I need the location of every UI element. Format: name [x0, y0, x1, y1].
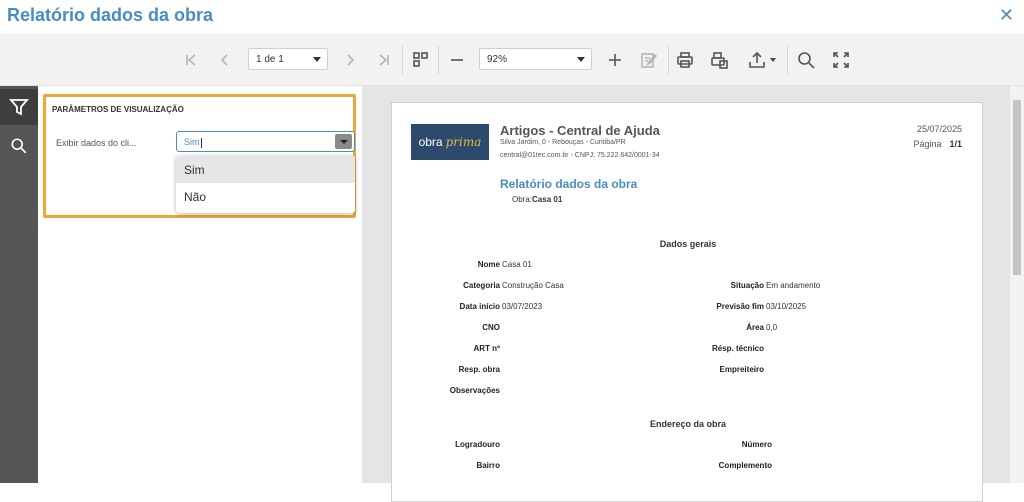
param-select[interactable]: Sim	[176, 131, 355, 152]
search-icon[interactable]	[794, 47, 818, 73]
scrollbar-thumb[interactable]	[1013, 100, 1021, 275]
report-title: Relatório dados da obra	[500, 177, 638, 191]
first-page-icon[interactable]	[181, 47, 201, 73]
title-bar: Relatório dados da obra ✕	[0, 0, 1024, 34]
chevron-down-icon	[769, 58, 776, 62]
text-cursor	[200, 137, 202, 148]
section-general: Dados gerais	[659, 239, 717, 249]
report-date: 25/07/2025	[916, 124, 962, 134]
export-icon[interactable]	[744, 47, 778, 73]
zoom-in-icon[interactable]	[604, 47, 626, 73]
next-page-icon[interactable]	[340, 47, 360, 73]
field-label: Empreiteiro	[719, 365, 764, 374]
param-label: Exibir dados do cli...	[56, 138, 137, 148]
page-value: 1/1	[949, 139, 962, 149]
chevron-down-icon	[313, 57, 321, 62]
field-label: Categoria	[463, 281, 500, 290]
fullscreen-icon[interactable]	[829, 47, 853, 73]
zoom-select[interactable]: 92%	[479, 48, 592, 70]
field-label: Data início	[459, 302, 500, 311]
dropdown-option-sim[interactable]: Sim	[176, 156, 355, 183]
chevron-down-icon[interactable]	[335, 134, 352, 149]
report-obra: Obra:Casa 01	[512, 195, 562, 204]
company-contact: central@01tec.com.br - CNPJ: 75.222.642/…	[500, 152, 660, 159]
toolbar-divider	[438, 46, 439, 74]
field-value: 0,0	[766, 323, 778, 332]
field-label: Complemento	[718, 461, 772, 470]
toolbar: 1 de 1 92%	[0, 34, 1024, 86]
field-label: Bairro	[476, 461, 500, 470]
sidebar	[0, 86, 38, 483]
zoom-select-value: 92%	[487, 54, 508, 65]
close-icon[interactable]: ✕	[999, 6, 1014, 24]
param-select-value: Sim	[184, 137, 200, 147]
field-label: Resp. obra	[458, 365, 500, 374]
logo-text-2: prima	[445, 135, 482, 149]
window-title: Relatório dados da obra	[7, 5, 214, 25]
chevron-down-icon	[577, 57, 585, 62]
toolbar-divider	[402, 46, 403, 74]
prev-page-icon[interactable]	[215, 47, 235, 73]
company-address: Silva Jardim, 0 - Rebouças - Curitiba/PR	[500, 139, 626, 146]
parameters-panel: PARÂMETROS DE VISUALIZAÇÃO Exibir dados …	[38, 86, 362, 483]
page-select[interactable]: 1 de 1	[248, 48, 328, 70]
edit-icon[interactable]	[637, 47, 661, 73]
print-icon[interactable]	[673, 47, 697, 73]
last-page-icon[interactable]	[374, 47, 394, 73]
field-label: CNO	[482, 323, 500, 332]
field-label: Área	[746, 323, 764, 332]
parameters-title: PARÂMETROS DE VISUALIZAÇÃO	[52, 105, 184, 114]
obra-label: Obra:	[512, 195, 533, 204]
field-label: Nome	[477, 260, 500, 269]
toolbar-divider	[787, 46, 788, 74]
field-value: Casa 01	[502, 260, 532, 269]
toolbar-divider	[668, 46, 669, 74]
param-dropdown: Sim Não	[176, 156, 355, 213]
field-value: 03/10/2025	[766, 302, 807, 311]
filter-icon[interactable]	[0, 89, 38, 125]
report-page-number: Página 1/1	[913, 139, 962, 149]
multipage-icon[interactable]	[409, 47, 433, 73]
field-label: ART nº	[473, 344, 500, 353]
field-label: Previsão fim	[716, 302, 764, 311]
report-page: obra prima Artigos - Central de Ajuda Sil…	[391, 102, 983, 502]
section-address: Endereço da obra	[649, 419, 727, 429]
field-label: Número	[741, 440, 772, 449]
page-select-value: 1 de 1	[256, 54, 284, 65]
field-value: Em andamento	[766, 281, 821, 290]
field-label: Résp. técnico	[711, 344, 764, 353]
page-label: Página	[913, 139, 942, 149]
print-page-icon[interactable]	[707, 47, 731, 73]
field-label: Logradouro	[455, 440, 500, 449]
dropdown-option-nao[interactable]: Não	[176, 183, 355, 210]
field-label: Observações	[449, 386, 500, 395]
logo-text-1: obra	[418, 135, 443, 149]
field-value: 03/07/2023	[502, 302, 543, 311]
zoom-out-icon[interactable]	[446, 47, 468, 73]
vertical-scrollbar[interactable]	[1010, 86, 1024, 483]
company-name: Artigos - Central de Ajuda	[500, 123, 660, 138]
parameters-box: PARÂMETROS DE VISUALIZAÇÃO Exibir dados …	[43, 94, 356, 218]
report-viewer[interactable]: obra prima Artigos - Central de Ajuda Sil…	[362, 86, 1024, 502]
company-logo: obra prima	[411, 124, 489, 160]
field-label: Situação	[730, 281, 764, 290]
search-icon[interactable]	[0, 128, 38, 164]
field-value: Construção Casa	[502, 281, 564, 290]
obra-value: Casa 01	[532, 195, 563, 204]
